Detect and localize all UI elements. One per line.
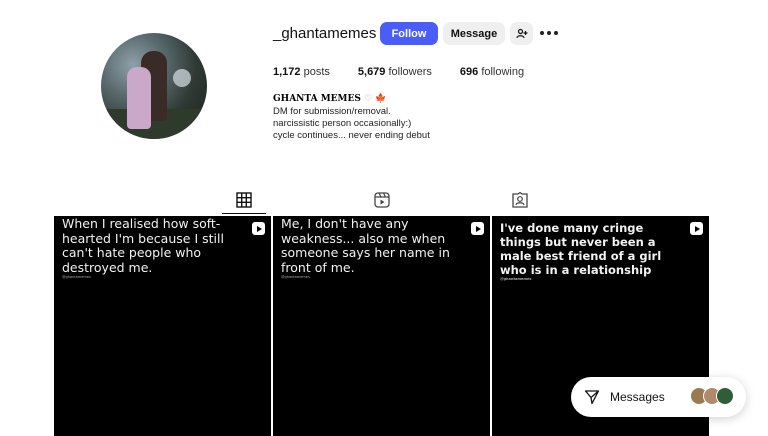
reel-icon: [690, 222, 703, 235]
add-user-icon: [515, 28, 527, 38]
post-caption-text: Me, I don't have any weakness... also me…: [281, 216, 450, 275]
post-caption: I've done many cringe things but never b…: [500, 221, 679, 282]
dot: [547, 31, 551, 35]
active-tab-indicator: [222, 213, 266, 214]
followers-count: 5,679: [357, 66, 386, 78]
post-caption: Me, I don't have any weakness... also me…: [281, 216, 460, 280]
post-thumbnail[interactable]: When I realised how soft-hearted I'm bec…: [54, 216, 271, 436]
post-caption: When I realised how soft-hearted I'm bec…: [62, 216, 241, 280]
post-caption-text: I've done many cringe things but never b…: [500, 221, 662, 277]
post-handle: @ghantamemes: [62, 275, 91, 279]
avatar: [716, 387, 734, 405]
messages-label: Messages: [610, 390, 665, 404]
posts-stat[interactable]: 1,172 posts: [273, 66, 330, 78]
avatar-photo-figure: [127, 67, 151, 129]
followers-label: followers: [388, 66, 432, 78]
message-avatars: [690, 387, 734, 405]
reel-icon: [471, 222, 484, 235]
profile-stats: 1,172 posts 5,679 followers 696 followin…: [273, 66, 552, 78]
avatar-photo-light: [173, 69, 191, 87]
dot: [540, 31, 544, 35]
add-user-button[interactable]: [510, 22, 533, 45]
post-thumbnail[interactable]: Me, I don't have any weakness... also me…: [273, 216, 490, 436]
profile-avatar[interactable]: [101, 33, 207, 139]
more-options-icon[interactable]: [540, 28, 558, 38]
send-icon: [584, 390, 600, 405]
post-handle: @ghantamemes: [500, 277, 532, 281]
tab-posts[interactable]: [235, 191, 253, 209]
bio-line: DM for submission/removal.: [273, 106, 391, 117]
tab-reels[interactable]: [373, 191, 391, 209]
reels-icon: [374, 192, 390, 208]
posts-label: posts: [303, 66, 330, 78]
following-stat[interactable]: 696 following: [460, 66, 524, 78]
bio-line: narcissistic person occasionally:): [273, 118, 412, 129]
follow-button[interactable]: Follow: [380, 22, 438, 45]
tab-tagged[interactable]: [511, 191, 529, 209]
dot: [554, 31, 558, 35]
bio-line: cycle continues... never ending debut: [273, 130, 430, 141]
reel-icon: [252, 222, 265, 235]
grid-icon: [236, 192, 252, 208]
post-handle: @ghantamemes: [281, 275, 310, 279]
tagged-icon: [512, 191, 528, 208]
bio-name-text: GHANTA MEMES: [273, 94, 361, 104]
heart-icon: ♡: [364, 94, 373, 104]
profile-username: _ghantamemes: [273, 25, 377, 42]
following-label: following: [481, 66, 525, 78]
messages-button[interactable]: Messages: [571, 377, 746, 417]
followers-stat[interactable]: 5,679 followers: [358, 66, 432, 78]
message-button[interactable]: Message: [443, 22, 505, 45]
posts-count: 1,172: [273, 66, 301, 78]
maple-leaf-icon: 🍁: [375, 94, 387, 104]
following-count: 696: [459, 66, 479, 78]
bio-name: GHANTA MEMES ♡ 🍁: [273, 94, 386, 104]
post-caption-text: When I realised how soft-hearted I'm bec…: [62, 216, 224, 275]
